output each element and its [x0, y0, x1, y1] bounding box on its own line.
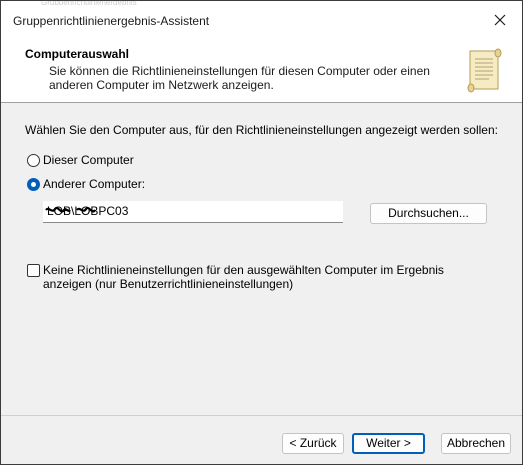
- browse-button[interactable]: Durchsuchen...: [370, 203, 487, 224]
- wizard-window: Gruppenrichtlinienergebnis Gruppenrichtl…: [0, 0, 523, 465]
- radio-this-computer-label[interactable]: Dieser Computer: [43, 153, 134, 167]
- header-description: Sie können die Richtlinieneinstellungen …: [49, 64, 430, 92]
- ghost-title-remnant: Gruppenrichtlinienergebnis: [41, 1, 161, 5]
- exclude-computer-settings-label[interactable]: Keine Richtlinieneinstellungen für den a…: [43, 263, 483, 291]
- scroll-icon: [467, 48, 502, 93]
- window-title: Gruppenrichtlinienergebnis-Assistent: [13, 14, 210, 28]
- wizard-header: Computerauswahl Sie können die Richtlini…: [1, 39, 522, 103]
- instruction-text: Wählen Sie den Computer aus, für den Ric…: [25, 123, 498, 137]
- radio-other-computer[interactable]: [27, 178, 40, 191]
- title-bar[interactable]: Gruppenrichtlinienergebnis Gruppenrichtl…: [1, 1, 522, 39]
- cancel-button[interactable]: Abbrechen: [441, 433, 511, 454]
- exclude-computer-settings-checkbox[interactable]: [27, 264, 40, 277]
- wizard-body: Wählen Sie den Computer aus, für den Ric…: [1, 103, 522, 415]
- radio-other-computer-label[interactable]: Anderer Computer:: [43, 177, 145, 191]
- header-title: Computerauswahl: [25, 47, 130, 61]
- computer-name-input[interactable]: LOB\LOBPC03: [43, 201, 343, 223]
- radio-this-computer[interactable]: [27, 154, 40, 167]
- footer-divider: [1, 415, 522, 416]
- back-button[interactable]: < Zurück: [282, 433, 344, 454]
- close-icon: [494, 14, 506, 26]
- next-button[interactable]: Weiter >: [352, 433, 425, 454]
- close-button[interactable]: [478, 1, 522, 39]
